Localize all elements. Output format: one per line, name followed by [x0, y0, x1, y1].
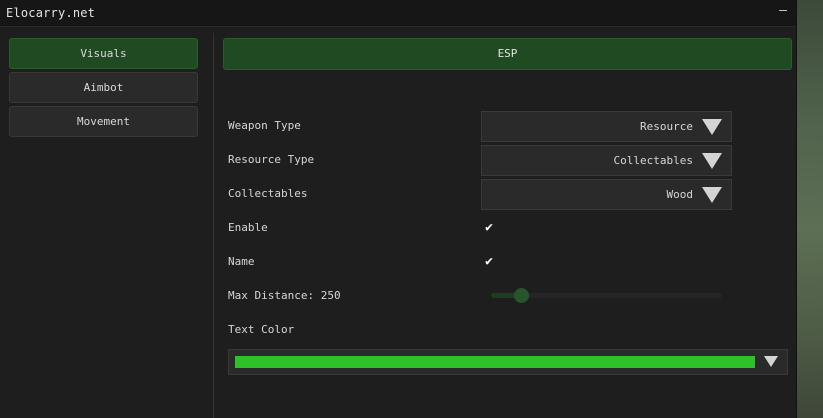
enable-checkbox[interactable]: ✔ — [482, 221, 496, 235]
text-color-picker[interactable] — [228, 349, 788, 375]
sidebar-divider — [213, 33, 214, 418]
name-label: Name — [228, 255, 255, 268]
tab-esp[interactable]: ESP — [223, 38, 792, 70]
chevron-down-icon — [702, 119, 722, 135]
sidebar-item-aimbot[interactable]: Aimbot — [9, 72, 198, 103]
sidebar-item-visuals[interactable]: Visuals — [9, 38, 198, 69]
cheat-menu-window: Elocarry.net – Visuals Aimbot Movement E… — [0, 0, 797, 418]
chevron-down-icon — [702, 153, 722, 169]
resource-type-dropdown[interactable]: Collectables — [481, 145, 732, 176]
weapon-type-value: Resource — [640, 120, 693, 133]
weapon-type-label: Weapon Type — [228, 119, 301, 132]
collectables-value: Wood — [666, 188, 694, 201]
enable-label: Enable — [228, 221, 268, 234]
title-bar[interactable]: Elocarry.net – — [0, 0, 796, 27]
resource-type-label: Resource Type — [228, 153, 315, 166]
text-color-swatch — [235, 356, 755, 368]
text-color-label: Text Color — [228, 323, 295, 336]
game-background — [796, 0, 823, 418]
resource-type-value: Collectables — [613, 154, 693, 167]
collectables-label: Collectables — [228, 187, 308, 200]
slider-handle[interactable] — [514, 288, 530, 303]
collectables-dropdown[interactable]: Wood — [481, 179, 732, 210]
name-checkbox[interactable]: ✔ — [482, 255, 496, 269]
window-title: Elocarry.net — [6, 6, 96, 20]
sidebar-item-movement[interactable]: Movement — [9, 106, 198, 137]
max-distance-slider[interactable] — [491, 288, 722, 303]
chevron-down-icon — [764, 356, 778, 367]
chevron-down-icon — [702, 187, 722, 203]
weapon-type-dropdown[interactable]: Resource — [481, 111, 732, 142]
collapse-icon[interactable]: – — [776, 3, 790, 21]
max-distance-label: Max Distance: 250 — [228, 289, 341, 302]
